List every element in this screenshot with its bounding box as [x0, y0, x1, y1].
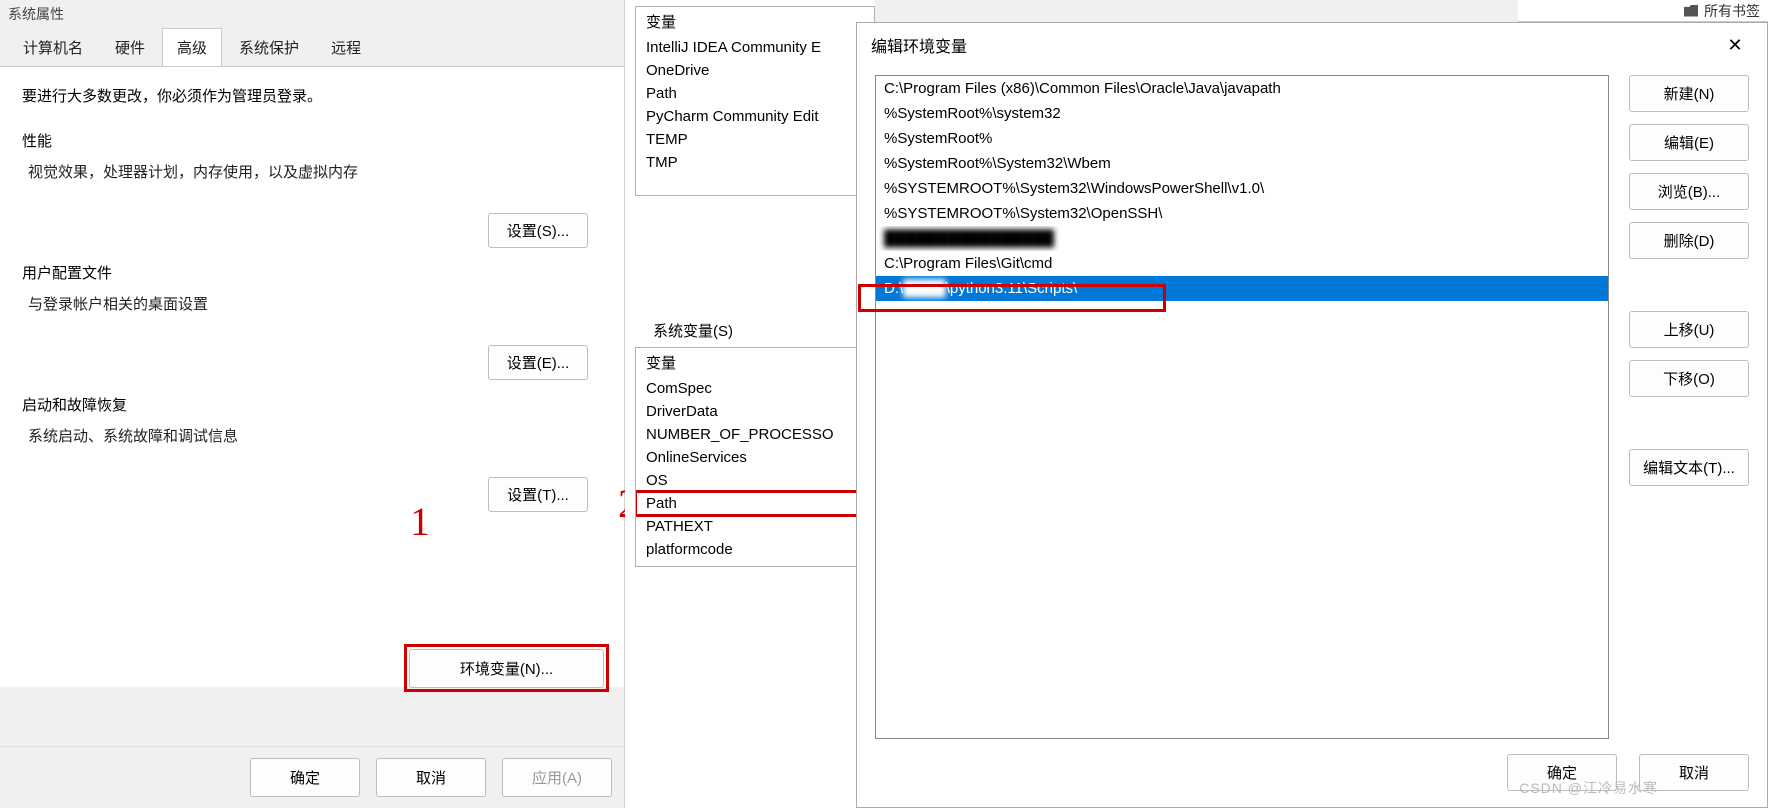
sysprop-tabs: 计算机名 硬件 高级 系统保护 远程	[0, 28, 624, 67]
tab-hardware[interactable]: 硬件	[100, 28, 160, 66]
sys-variables-listbox[interactable]: 变量 ComSpecDriverDataNUMBER_OF_PROCESSOOn…	[635, 347, 875, 567]
sys-var-item[interactable]: OS	[636, 469, 874, 492]
sysprop-cancel-button[interactable]: 取消	[376, 758, 486, 797]
env-variables-button[interactable]: 环境变量(N)...	[409, 649, 604, 688]
browse-button[interactable]: 浏览(B)...	[1629, 173, 1749, 210]
bookmark-all[interactable]: 所有书签	[1704, 1, 1760, 21]
edit-button[interactable]: 编辑(E)	[1629, 124, 1749, 161]
folder-icon	[1684, 5, 1698, 17]
tab-computer-name[interactable]: 计算机名	[8, 28, 98, 66]
startup-title: 启动和故障恢复	[22, 394, 602, 415]
editdlg-title: 编辑环境变量	[871, 33, 967, 57]
path-row[interactable]: ████████████████	[876, 226, 1608, 251]
editdlg-titlebar: 编辑环境变量 ✕	[857, 23, 1767, 75]
sysprop-footer: 确定 取消 应用(A)	[0, 746, 624, 808]
sysprop-advanced-body: 要进行大多数更改，你必须作为管理员登录。 性能 视觉效果，处理器计划，内存使用，…	[0, 67, 624, 687]
close-icon[interactable]: ✕	[1715, 35, 1755, 56]
tab-advanced[interactable]: 高级	[162, 28, 222, 66]
edit-env-variable-dialog: 编辑环境变量 ✕ C:\Program Files (x86)\Common F…	[856, 22, 1768, 808]
user-variables-listbox[interactable]: 变量 IntelliJ IDEA Community EOneDrivePath…	[635, 6, 875, 196]
path-row[interactable]: %SYSTEMROOT%\System32\WindowsPowerShell\…	[876, 176, 1608, 201]
group-startup-recovery: 启动和故障恢复 系统启动、系统故障和调试信息 设置(T)...	[22, 394, 602, 518]
path-row[interactable]: %SystemRoot%\System32\Wbem	[876, 151, 1608, 176]
path-row[interactable]: %SystemRoot%	[876, 126, 1608, 151]
movedown-button[interactable]: 下移(O)	[1629, 360, 1749, 397]
sys-var-item[interactable]: PATHEXT	[636, 515, 874, 538]
path-row[interactable]: D:\████\python3.11\Scripts\	[876, 276, 1608, 301]
editdlg-footer: 确定 取消	[1507, 754, 1749, 791]
sys-var-item[interactable]: NUMBER_OF_PROCESSO	[636, 423, 874, 446]
path-row[interactable]: %SYSTEMROOT%\System32\OpenSSH\	[876, 201, 1608, 226]
user-var-item[interactable]: Path	[636, 82, 874, 105]
sys-var-item[interactable]: DriverData	[636, 400, 874, 423]
moveup-button[interactable]: 上移(U)	[1629, 311, 1749, 348]
tab-system-protection[interactable]: 系统保护	[224, 28, 314, 66]
path-row[interactable]: C:\Program Files (x86)\Common Files\Orac…	[876, 76, 1608, 101]
user-var-item[interactable]: PyCharm Community Edit	[636, 105, 874, 128]
profile-desc: 与登录帐户相关的桌面设置	[28, 293, 602, 314]
sys-var-item[interactable]: platformcode	[636, 538, 874, 561]
path-list[interactable]: C:\Program Files (x86)\Common Files\Orac…	[875, 75, 1609, 739]
admin-note: 要进行大多数更改，你必须作为管理员登录。	[22, 85, 602, 106]
editdlg-ok-button[interactable]: 确定	[1507, 754, 1617, 791]
env-variables-window: 变量 IntelliJ IDEA Community EOneDrivePath…	[625, 0, 875, 808]
user-var-item[interactable]: IntelliJ IDEA Community E	[636, 36, 874, 59]
system-properties-window: 系统属性 计算机名 硬件 高级 系统保护 远程 要进行大多数更改，你必须作为管理…	[0, 0, 625, 808]
sys-var-item[interactable]: OnlineServices	[636, 446, 874, 469]
bookmark-bar: 所有书签	[1518, 0, 1768, 22]
tab-remote[interactable]: 远程	[316, 28, 376, 66]
profile-settings-button[interactable]: 设置(E)...	[488, 345, 588, 380]
edittext-button[interactable]: 编辑文本(T)...	[1629, 449, 1749, 486]
sysprop-ok-button[interactable]: 确定	[250, 758, 360, 797]
sysprop-title: 系统属性	[0, 0, 624, 28]
perf-title: 性能	[22, 130, 602, 151]
sysprop-apply-button: 应用(A)	[502, 758, 612, 797]
profile-title: 用户配置文件	[22, 262, 602, 283]
new-button[interactable]: 新建(N)	[1629, 75, 1749, 112]
user-var-item[interactable]: OneDrive	[636, 59, 874, 82]
path-row[interactable]: C:\Program Files\Git\cmd	[876, 251, 1608, 276]
startup-settings-button[interactable]: 设置(T)...	[488, 477, 588, 512]
editdlg-cancel-button[interactable]: 取消	[1639, 754, 1749, 791]
sys-var-item[interactable]: Path	[636, 492, 874, 515]
envvar-button-highlight: 环境变量(N)...	[404, 644, 609, 692]
path-row[interactable]: %SystemRoot%\system32	[876, 101, 1608, 126]
sys-var-header: 变量	[636, 348, 874, 377]
startup-desc: 系统启动、系统故障和调试信息	[28, 425, 602, 446]
group-performance: 性能 视觉效果，处理器计划，内存使用，以及虚拟内存 设置(S)...	[22, 130, 602, 254]
perf-desc: 视觉效果，处理器计划，内存使用，以及虚拟内存	[28, 161, 602, 182]
user-var-item[interactable]: TEMP	[636, 128, 874, 151]
delete-button[interactable]: 删除(D)	[1629, 222, 1749, 259]
editdlg-side-buttons: 新建(N) 编辑(E) 浏览(B)... 删除(D) 上移(U) 下移(O) 编…	[1629, 75, 1749, 739]
perf-settings-button[interactable]: 设置(S)...	[488, 213, 588, 248]
user-var-item[interactable]: TMP	[636, 151, 874, 174]
sys-variables-label: 系统变量(S)	[625, 316, 875, 347]
user-var-header: 变量	[636, 7, 874, 36]
group-user-profile: 用户配置文件 与登录帐户相关的桌面设置 设置(E)...	[22, 262, 602, 386]
sys-var-item[interactable]: ComSpec	[636, 377, 874, 400]
